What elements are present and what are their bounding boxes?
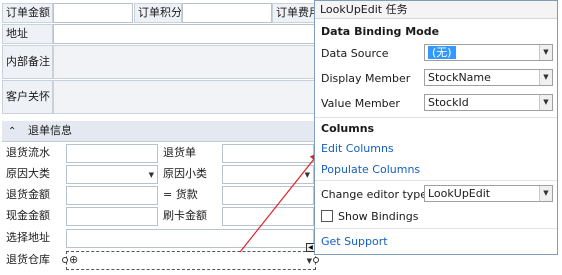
editor-type-combo[interactable]: LookUpEdit ▼	[424, 185, 553, 202]
data-source-value: (无)	[428, 46, 456, 59]
data-source-combo[interactable]: (无) ▼	[424, 44, 553, 61]
columns-header: Columns	[321, 122, 375, 135]
editor-type-value: LookUpEdit	[428, 187, 491, 200]
value-member-value: StockId	[428, 96, 469, 109]
show-bindings-label[interactable]: Show Bindings	[338, 210, 418, 223]
editor-type-label: Change editor type	[321, 188, 428, 201]
show-bindings-checkbox[interactable]	[321, 210, 333, 222]
display-member-combo[interactable]: StockName ▼	[424, 69, 553, 86]
get-support-link[interactable]: Get Support	[321, 235, 388, 248]
display-member-label: Display Member	[321, 72, 411, 85]
chevron-down-icon[interactable]: ▼	[539, 45, 552, 60]
divider	[315, 228, 557, 229]
value-member-combo[interactable]: StockId ▼	[424, 94, 553, 111]
value-member-label: Value Member	[321, 97, 400, 110]
binding-header: Data Binding Mode	[321, 25, 440, 38]
smart-tag-title: LookUpEdit 任务	[315, 1, 557, 19]
chevron-down-icon[interactable]: ▼	[539, 95, 552, 110]
smart-tag-panel: LookUpEdit 任务 Data Binding Mode Data Sou…	[314, 0, 558, 255]
chevron-down-icon[interactable]: ▼	[539, 70, 552, 85]
data-source-label: Data Source	[321, 47, 389, 60]
divider	[315, 117, 557, 118]
display-member-value: StockName	[428, 71, 491, 84]
divider	[315, 180, 557, 181]
populate-columns-link[interactable]: Populate Columns	[321, 163, 420, 176]
edit-columns-link[interactable]: Edit Columns	[321, 142, 394, 155]
chevron-down-icon[interactable]: ▼	[539, 186, 552, 201]
